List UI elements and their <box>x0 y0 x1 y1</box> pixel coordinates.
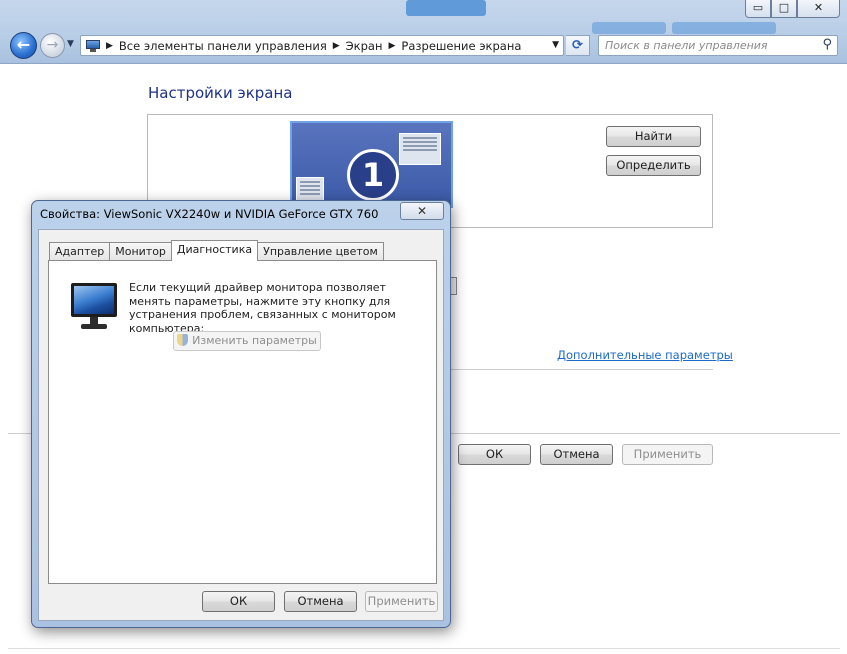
background-blur <box>672 22 776 34</box>
back-arrow-icon[interactable]: ← <box>10 32 37 59</box>
monitor-properties-dialog: Свойства: ViewSonic VX2240w и NVIDIA GeF… <box>31 200 451 628</box>
address-dropdown-icon[interactable]: ▼ <box>552 40 559 50</box>
background-blur <box>592 22 666 34</box>
identify-button[interactable]: Определить <box>606 155 701 176</box>
tab-strip: Адаптер Монитор Диагностика Управление ц… <box>49 240 384 261</box>
page-title: Настройки экрана <box>148 84 293 102</box>
tab-color-management[interactable]: Управление цветом <box>257 242 384 261</box>
chevron-right-icon[interactable]: ▶ <box>106 41 113 51</box>
recent-pages-chevron-icon[interactable]: ▼ <box>67 39 74 49</box>
uac-shield-icon <box>177 334 189 346</box>
chevron-right-icon[interactable]: ▶ <box>333 41 340 51</box>
search-icon[interactable]: ⚲ <box>822 37 832 52</box>
advanced-settings-link[interactable]: Дополнительные параметры <box>557 348 733 362</box>
breadcrumb-display[interactable]: Экран <box>346 39 383 53</box>
control-panel-icon <box>85 39 101 52</box>
dialog-cancel-button[interactable]: Отмена <box>284 591 357 612</box>
monitor-1-tile[interactable]: 1 <box>290 121 453 208</box>
refresh-icon[interactable]: ⟳ <box>566 35 590 56</box>
ok-button[interactable]: ОК <box>458 444 531 465</box>
forward-arrow-icon[interactable]: → <box>40 33 65 58</box>
monitor-icon <box>71 283 117 331</box>
tab-monitor[interactable]: Монитор <box>109 242 172 261</box>
monitor-number-badge: 1 <box>347 149 399 201</box>
change-settings-button[interactable]: Изменить параметры <box>173 331 321 351</box>
apply-button[interactable]: Применить <box>622 444 713 465</box>
tab-diagnostics[interactable]: Диагностика <box>170 240 259 261</box>
search-placeholder: Поиск в панели управления <box>605 39 768 52</box>
chevron-right-icon[interactable]: ▶ <box>389 41 396 51</box>
breadcrumb-all-items[interactable]: Все элементы панели управления <box>119 39 327 53</box>
diagnostics-panel: Если текущий драйвер монитора позволяет … <box>48 260 437 584</box>
breadcrumb-resolution[interactable]: Разрешение экрана <box>401 39 521 53</box>
dialog-apply-button[interactable]: Применить <box>365 591 438 612</box>
window-thumbnail-icon <box>399 133 441 165</box>
divider <box>449 369 713 370</box>
cancel-button[interactable]: Отмена <box>540 444 613 465</box>
background-taskbar-button <box>406 0 486 16</box>
divider <box>8 648 840 649</box>
minimize-button[interactable]: ▭ <box>745 0 771 18</box>
address-bar[interactable]: ▶ Все элементы панели управления ▶ Экран… <box>80 35 564 56</box>
dialog-body: Адаптер Монитор Диагностика Управление ц… <box>38 229 444 621</box>
search-input[interactable]: Поиск в панели управления ⚲ <box>598 35 838 56</box>
tab-adapter[interactable]: Адаптер <box>49 242 111 261</box>
dialog-ok-button[interactable]: ОК <box>202 591 275 612</box>
explorer-toolbar: ▭ □ ✕ ← → ▼ ▶ Все элементы панели управл… <box>0 0 847 64</box>
find-button[interactable]: Найти <box>606 126 701 147</box>
dialog-title: Свойства: ViewSonic VX2240w и NVIDIA GeF… <box>40 207 379 221</box>
change-settings-label: Изменить параметры <box>192 334 317 347</box>
close-button[interactable]: ✕ <box>797 0 840 18</box>
maximize-button[interactable]: □ <box>771 0 797 18</box>
window-controls: ▭ □ ✕ <box>745 0 840 18</box>
diagnostics-description: Если текущий драйвер монитора позволяет … <box>129 281 396 335</box>
dialog-close-button[interactable]: ✕ <box>400 202 444 220</box>
